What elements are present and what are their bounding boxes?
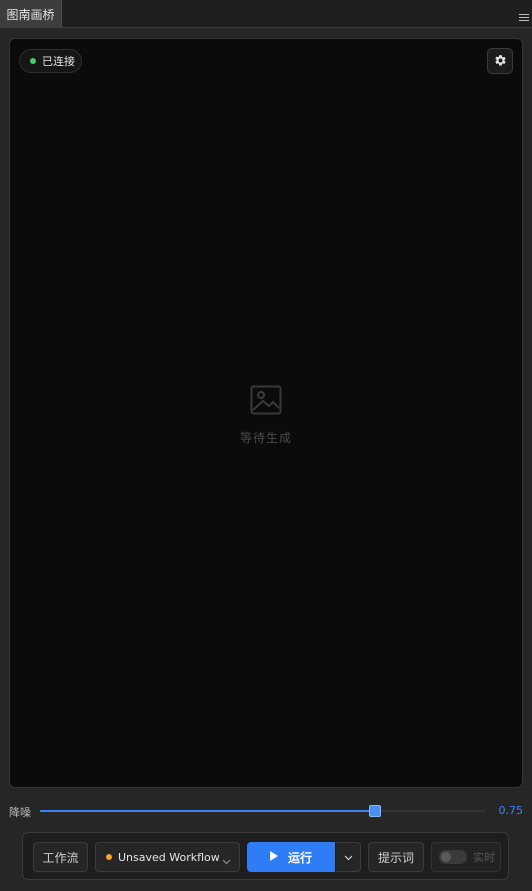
denoise-value: 0.75	[498, 804, 524, 817]
panel-tab-title: 图南画桥	[6, 7, 55, 22]
denoise-slider-fill	[40, 810, 375, 812]
realtime-switch-knob	[441, 852, 451, 862]
connection-status-badge: 已连接	[19, 49, 82, 73]
run-options-button[interactable]	[335, 842, 361, 872]
workflow-button[interactable]: 工作流	[33, 842, 88, 872]
denoise-slider-thumb[interactable]	[368, 805, 381, 817]
chevron-down-icon	[222, 854, 231, 868]
panel-tab[interactable]: 图南画桥	[0, 0, 62, 28]
status-dot	[30, 58, 36, 64]
chevron-down-icon	[344, 850, 353, 864]
run-button-label: 运行	[287, 850, 312, 865]
realtime-label: 实时	[473, 851, 495, 864]
bottom-toolbar: 工作流 Unsaved Workflow 运行 提示词 实时	[22, 832, 509, 880]
preview-area: 已连接 等待生成	[9, 38, 523, 788]
workflow-select[interactable]: Unsaved Workflow	[95, 842, 240, 872]
denoise-slider[interactable]	[40, 805, 486, 817]
play-icon	[269, 850, 278, 864]
panel-tabbar: 图南画桥	[0, 0, 532, 28]
settings-button[interactable]	[487, 48, 513, 74]
prompt-button[interactable]: 提示词	[368, 842, 424, 872]
denoise-label: 降噪	[9, 806, 31, 819]
gear-icon	[494, 52, 507, 71]
run-button[interactable]: 运行	[247, 842, 335, 872]
realtime-toggle[interactable]: 实时	[431, 842, 501, 872]
workflow-select-value: Unsaved Workflow	[118, 850, 220, 864]
image-icon	[250, 385, 282, 419]
empty-preview-placeholder: 等待生成	[10, 385, 522, 446]
denoise-row: 降噪 0.75	[0, 800, 532, 822]
unsaved-indicator-dot	[106, 854, 112, 860]
placeholder-text: 等待生成	[239, 431, 292, 445]
realtime-switch[interactable]	[439, 850, 467, 864]
hamburger-icon[interactable]	[518, 8, 530, 21]
connection-status-label: 已连接	[42, 55, 75, 68]
